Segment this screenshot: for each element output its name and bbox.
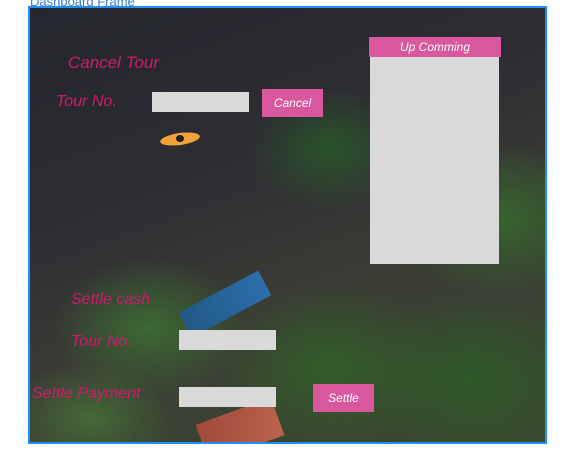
settle-payment-label: Settle Payment	[32, 385, 141, 402]
settle-button[interactable]: Settle	[313, 384, 374, 412]
kayak-seat-image	[176, 135, 184, 142]
background-tarp	[178, 270, 272, 338]
dashboard-frame: Cancel Tour Tour No. Cancel Up Comming S…	[28, 6, 547, 444]
cancel-button[interactable]: Cancel	[262, 89, 323, 117]
settle-tour-number-label: Tour No.	[71, 333, 132, 350]
upcoming-header: Up Comming	[369, 37, 501, 57]
cancel-tour-number-label: Tour No.	[56, 93, 117, 110]
cancel-tour-heading: Cancel Tour	[68, 53, 160, 72]
settle-cash-heading: Settle cash	[71, 291, 151, 308]
settle-payment-input[interactable]	[179, 387, 276, 407]
cancel-tour-number-input[interactable]	[152, 92, 249, 112]
settle-tour-number-input[interactable]	[179, 330, 276, 350]
upcoming-list[interactable]	[370, 57, 499, 264]
